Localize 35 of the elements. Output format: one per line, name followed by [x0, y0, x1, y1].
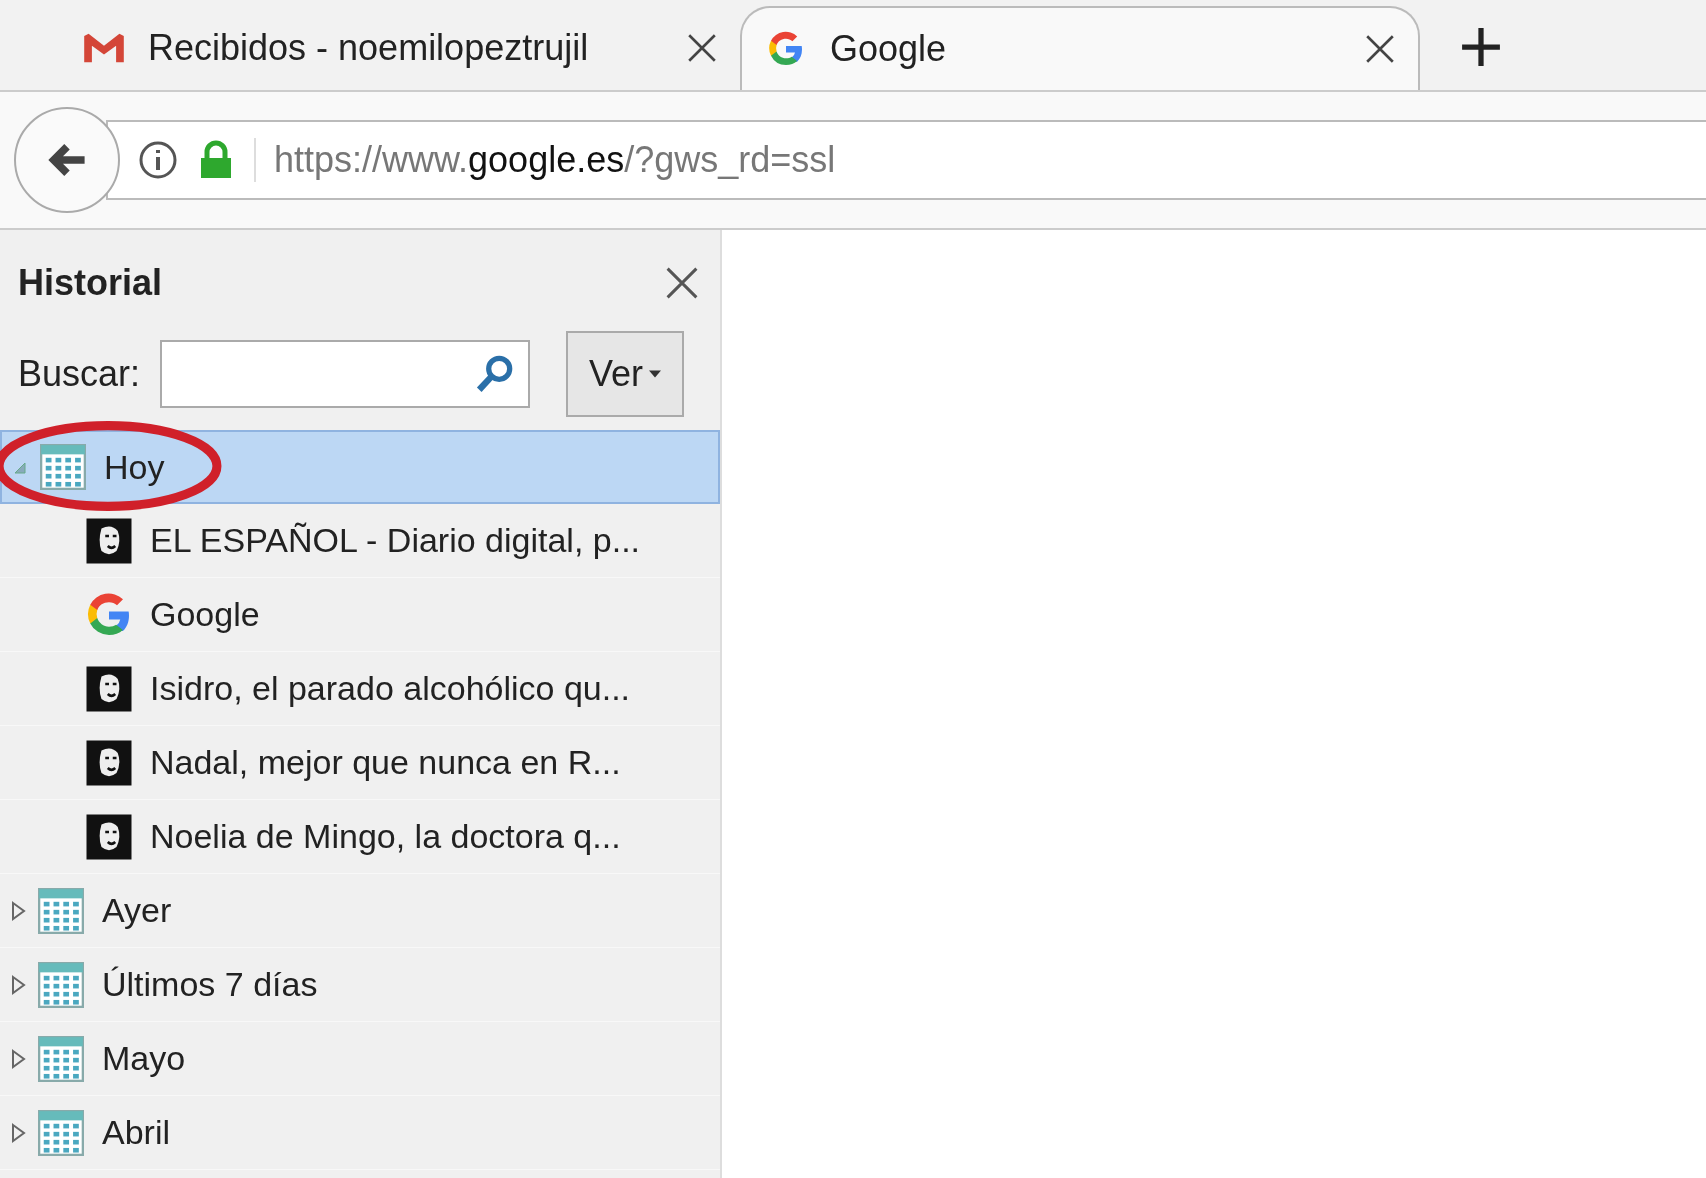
history-entry[interactable]: Isidro, el parado alcohólico qu...: [0, 652, 720, 726]
calendar-icon: [40, 444, 86, 490]
history-entry[interactable]: Noelia de Mingo, la doctora q...: [0, 800, 720, 874]
tree-item[interactable]: Abril: [0, 1096, 720, 1170]
browser-tab[interactable]: Google: [740, 6, 1420, 90]
close-icon[interactable]: [686, 32, 718, 64]
history-entry[interactable]: EL ESPAÑOL - Diario digital, p...: [0, 504, 720, 578]
search-field[interactable]: [160, 340, 531, 408]
close-icon[interactable]: [1364, 33, 1396, 65]
info-icon[interactable]: [138, 140, 178, 180]
tree-item[interactable]: Hoy: [0, 430, 720, 504]
caret-icon: [649, 370, 662, 378]
calendar-icon: [38, 1109, 84, 1156]
search-label: Buscar:: [18, 353, 141, 395]
sidebar-title: Historial: [18, 262, 163, 304]
expand-triangle-icon[interactable]: [10, 1122, 26, 1143]
expand-triangle-icon[interactable]: [10, 1048, 26, 1069]
calendar-icon: [38, 961, 84, 1008]
expand-triangle-icon[interactable]: [10, 900, 26, 921]
history-entry[interactable]: Google: [0, 578, 720, 652]
tree-item[interactable]: Ayer: [0, 874, 720, 948]
expand-triangle-icon[interactable]: [10, 974, 26, 995]
browser-tab[interactable]: Recibidos - noemilopeztrujil: [60, 6, 740, 90]
tree-item[interactable]: Mayo: [0, 1022, 720, 1096]
address-bar[interactable]: https://www.google.es/?gws_rd=ssl: [106, 120, 1706, 200]
tab-title: Recibidos - noemilopeztrujil: [148, 27, 590, 69]
view-button[interactable]: Ver: [566, 331, 685, 417]
tree-item[interactable]: Últimos 7 días: [0, 948, 720, 1022]
new-tab-icon[interactable]: [1460, 26, 1502, 68]
calendar-icon: [38, 1035, 84, 1082]
close-icon[interactable]: [664, 265, 700, 301]
url-text: https://www.google.es/?gws_rd=ssl: [274, 139, 836, 181]
calendar-icon: [38, 887, 84, 934]
tab-title: Google: [830, 28, 948, 70]
history-entry[interactable]: Nadal, mejor que nunca en R...: [0, 726, 720, 800]
